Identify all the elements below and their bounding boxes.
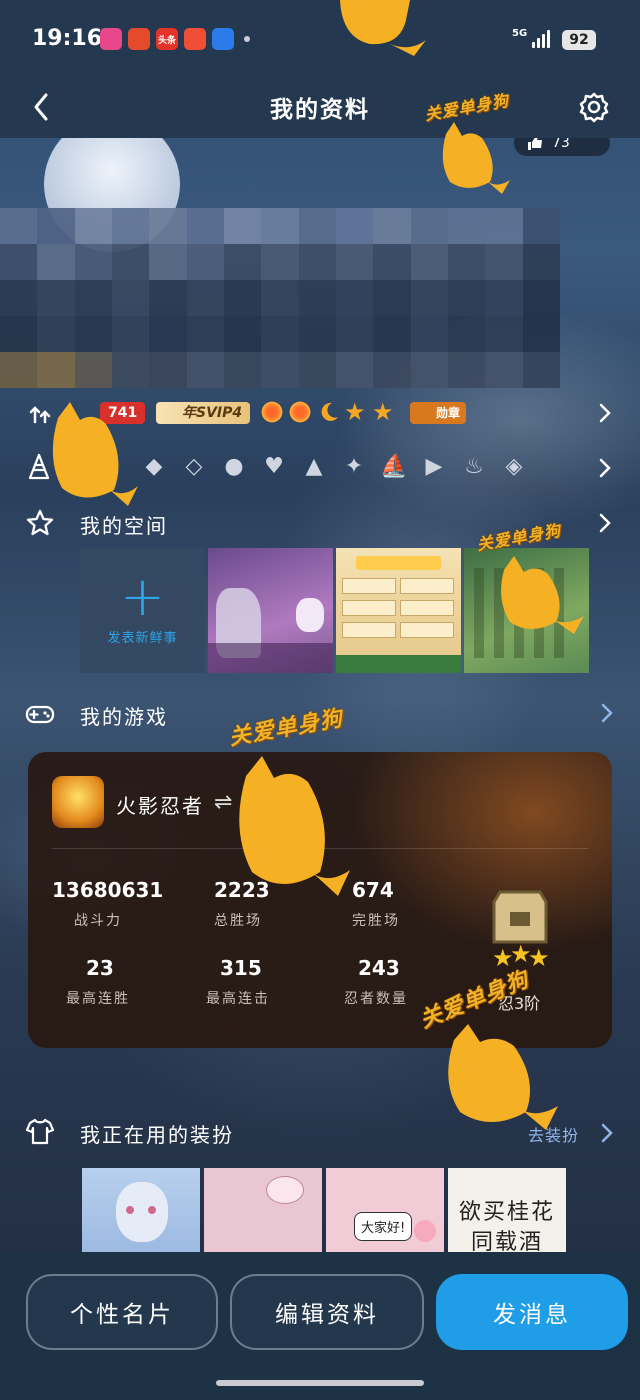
stat-label: 战斗力 xyxy=(74,913,122,929)
cat-mascot-icon xyxy=(501,556,584,634)
signal-icon: 5G xyxy=(512,28,551,48)
star-icon: ★ xyxy=(344,398,366,426)
stat-value: 674 xyxy=(352,878,394,902)
network-type: 5G xyxy=(512,28,528,39)
app-notification-icon xyxy=(212,28,234,50)
chevron-right-icon xyxy=(599,403,611,423)
app-notification-icon xyxy=(100,28,122,50)
nav-bar: 我的资料 xyxy=(0,80,640,138)
outfit-tile[interactable]: 大家好! xyxy=(326,1168,444,1258)
stat-value: 243 xyxy=(358,956,400,980)
svip-badge: 年SVIP4 xyxy=(156,402,251,424)
badge-list: ◆ ◇ ● ♥ ▲ ✦ ⛵ ▶ ♨ ◈ xyxy=(140,452,528,480)
stat-value: 13680631 xyxy=(52,878,164,902)
add-post-label: 发表新鲜事 xyxy=(107,631,178,646)
stat-label: 最高连击 xyxy=(206,991,270,1007)
stat-label: 最高连胜 xyxy=(66,991,130,1007)
diamond-badge-icon: ◇ xyxy=(185,453,203,479)
battery-icon: 92 xyxy=(562,30,596,50)
gear-icon xyxy=(579,92,609,123)
page-title: 我的资料 xyxy=(270,97,370,123)
stat-perfect-wins: 674 完胜场 xyxy=(352,878,492,930)
space-photo[interactable] xyxy=(208,548,333,673)
send-message-button[interactable]: 发消息 xyxy=(436,1274,628,1350)
my-games-title: 我的游戏 xyxy=(80,705,168,729)
rank-emblem-icon: ★ ★ ★ xyxy=(492,890,550,972)
lightning-badge-icon: ✦ xyxy=(344,453,364,479)
sun-icon xyxy=(288,400,312,424)
heart-badge-icon: ♥ xyxy=(264,453,284,479)
bottom-action-bar: 个性名片 编辑资料 发消息 xyxy=(0,1252,640,1400)
plus-icon: + xyxy=(119,565,166,628)
game-name: 火影忍者 xyxy=(116,794,204,818)
diamond-badge-icon: ◈ xyxy=(505,453,523,479)
chevron-right-icon xyxy=(599,513,611,533)
poop-badge-icon: ♨ xyxy=(464,453,484,479)
status-time: 19:16 xyxy=(32,26,103,51)
outfit-tile[interactable] xyxy=(82,1168,200,1258)
stat-label: 总胜场 xyxy=(214,913,262,929)
cat-mascot-icon xyxy=(52,402,138,506)
stat-value: 23 xyxy=(86,956,114,980)
space-photo[interactable] xyxy=(336,548,461,673)
notification-icons: 头条 xyxy=(100,28,250,50)
cat-mascot-icon xyxy=(340,0,426,56)
app-notification-icon xyxy=(128,28,150,50)
star-icon: ★ xyxy=(372,398,394,426)
edit-profile-button[interactable]: 编辑资料 xyxy=(230,1274,424,1350)
stat-max-combo: 315 最高连击 xyxy=(206,956,360,1008)
star-outline-icon xyxy=(26,509,54,536)
gem-badge-icon: ◆ xyxy=(145,453,163,479)
cat-mascot-icon xyxy=(448,1024,558,1130)
profile-card-button[interactable]: 个性名片 xyxy=(26,1274,218,1350)
add-post-button[interactable]: + 发表新鲜事 xyxy=(80,548,205,673)
pile-badge-icon: ▲ xyxy=(305,453,323,479)
toutiao-notification-icon: 头条 xyxy=(156,28,178,50)
status-bar: 19:16 头条 5G 92 xyxy=(0,0,640,80)
stat-max-win-streak: 23 最高连胜 xyxy=(66,956,226,1008)
profile-info-blurred xyxy=(0,208,560,388)
game-icon xyxy=(52,776,104,828)
bomb-badge-icon: ● xyxy=(224,453,244,479)
gamepad-icon xyxy=(25,705,55,724)
outfit-tile-font[interactable]: 欲买桂花同载酒 xyxy=(448,1168,566,1258)
profile-header: 73 xyxy=(0,116,640,388)
app-notification-icon xyxy=(184,28,206,50)
outfit-tile[interactable] xyxy=(204,1168,322,1258)
medal-badge: 勋章 xyxy=(410,402,467,424)
cat-mascot-icon xyxy=(239,756,350,896)
tshirt-icon xyxy=(25,1118,55,1145)
sun-icon xyxy=(260,400,284,424)
cat-mascot-icon xyxy=(442,122,510,194)
home-indicator xyxy=(216,1380,424,1386)
chevron-right-icon xyxy=(599,458,611,478)
chevron-right-icon xyxy=(601,1123,613,1143)
settings-button[interactable] xyxy=(574,86,614,126)
moon-icon xyxy=(321,402,338,421)
outfit-grid: 大家好! 欲买桂花同载酒 xyxy=(82,1168,566,1258)
bubble-preview-text: 大家好! xyxy=(354,1212,413,1241)
switch-icon[interactable]: ⇌ xyxy=(214,790,232,815)
ship-badge-icon: ⛵ xyxy=(380,453,408,479)
my-space-title: 我的空间 xyxy=(80,514,168,538)
chevron-right-icon xyxy=(601,703,613,723)
stat-value: 315 xyxy=(220,956,262,980)
svg-text:★: ★ xyxy=(528,944,550,972)
more-notifications-dot xyxy=(244,36,250,42)
stat-label: 完胜场 xyxy=(352,913,400,929)
outfit-title: 我正在用的装扮 xyxy=(80,1123,234,1147)
stat-combat-power: 13680631 战斗力 xyxy=(52,878,192,930)
play-badge-icon: ▶ xyxy=(425,453,443,479)
